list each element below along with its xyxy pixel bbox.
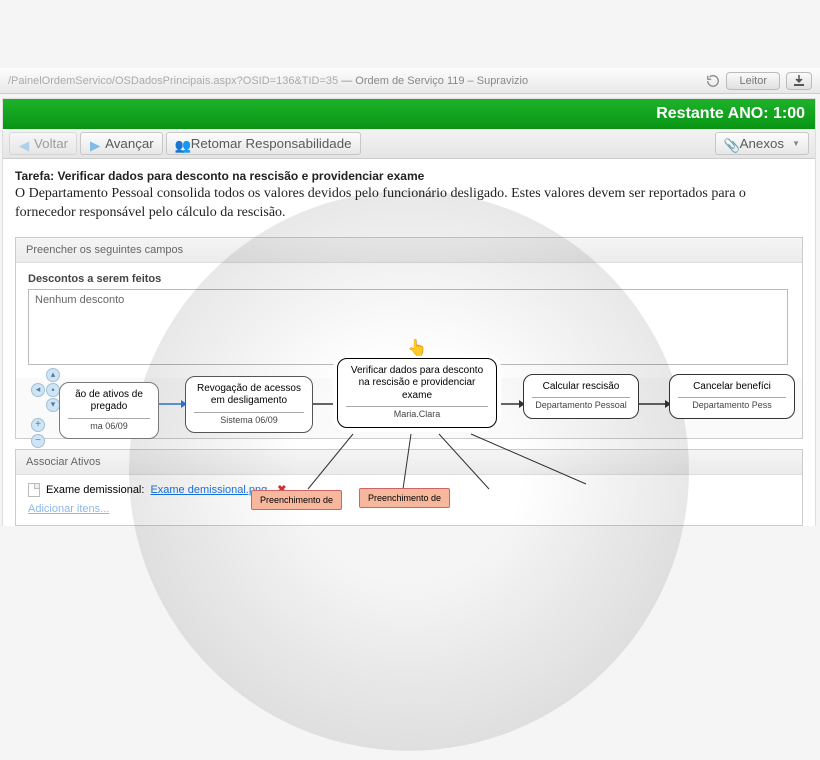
node-owner: Departamento Pessoal bbox=[532, 397, 630, 411]
app-window: Restante ANO: 1:00 ◀ Voltar ▶ Avançar 👥 … bbox=[2, 98, 816, 526]
task-prefix: Tarefa: bbox=[15, 169, 54, 183]
node-owner: Sistema 06/09 bbox=[194, 412, 304, 426]
node-owner: Maria.Clara bbox=[346, 406, 488, 420]
node-owner: Departamento Pess bbox=[678, 397, 786, 411]
zoom-in-button[interactable]: + bbox=[31, 418, 45, 432]
flow-subnode[interactable]: Preenchimento de bbox=[251, 490, 342, 510]
descontos-label: Descontos a serem feitos bbox=[28, 273, 790, 285]
url-path: /PainelOrdemServico/OSDadosPrincipais.as… bbox=[8, 75, 338, 87]
task-description: O Departamento Pessoal consolida todos o… bbox=[15, 185, 803, 223]
node-title: Cancelar benefíci bbox=[678, 381, 786, 394]
voltar-button[interactable]: ◀ Voltar bbox=[9, 132, 77, 155]
chevron-right-icon: ▶ bbox=[89, 138, 101, 150]
chevron-left-icon: ◀ bbox=[18, 138, 30, 150]
flow-arrow bbox=[497, 398, 525, 412]
person-icon: 👥 bbox=[175, 138, 187, 150]
flow-subnode[interactable]: Preenchimento de bbox=[359, 488, 450, 508]
flow-arrow bbox=[159, 398, 187, 412]
paperclip-icon: 📎 bbox=[724, 138, 736, 150]
pan-center-button[interactable]: • bbox=[46, 383, 60, 397]
retomar-label: Retomar Responsabilidade bbox=[191, 136, 352, 151]
anexos-button[interactable]: 📎 Anexos ▼ bbox=[715, 132, 809, 155]
flow-arrow-diag bbox=[471, 434, 591, 497]
avancar-label: Avançar bbox=[105, 136, 154, 151]
pan-up-button[interactable]: ▴ bbox=[46, 368, 60, 382]
zoom-controls: + − bbox=[31, 418, 45, 448]
pan-down-button[interactable]: ▾ bbox=[46, 398, 60, 412]
chevron-down-icon: ▼ bbox=[792, 139, 800, 148]
node-title: ão de ativos de pregado bbox=[68, 389, 150, 414]
flow-arrow bbox=[639, 398, 671, 412]
voltar-label: Voltar bbox=[34, 136, 68, 151]
flow-arrow bbox=[313, 398, 339, 412]
anexos-label: Anexos bbox=[740, 136, 784, 151]
fields-panel-header: Preencher os seguintes campos bbox=[16, 238, 802, 263]
node-owner: ma 06/09 bbox=[68, 418, 150, 432]
node-title: Revogação de acessos em desligamento bbox=[194, 383, 304, 408]
node-title: Verificar dados para desconto na rescisã… bbox=[346, 365, 488, 403]
reload-icon[interactable] bbox=[706, 74, 720, 88]
zoom-out-button[interactable]: − bbox=[31, 434, 45, 448]
url-display: /PainelOrdemServico/OSDadosPrincipais.as… bbox=[8, 75, 700, 87]
workflow-canvas[interactable]: ▴ ▾ ◂ ▸ • + − bbox=[3, 326, 815, 526]
flow-node-ativos[interactable]: ão de ativos de pregado ma 06/09 bbox=[59, 382, 159, 439]
action-toolbar: ◀ Voltar ▶ Avançar 👥 Retomar Responsabil… bbox=[3, 129, 815, 159]
task-title-line: Tarefa: Verificar dados para desconto na… bbox=[15, 169, 803, 183]
node-title: Calcular rescisão bbox=[532, 381, 630, 394]
pan-left-button[interactable]: ◂ bbox=[31, 383, 45, 397]
flow-node-revogacao[interactable]: Revogação de acessos em desligamento Sis… bbox=[185, 376, 313, 433]
browser-url-bar: /PainelOrdemServico/OSDadosPrincipais.as… bbox=[0, 68, 820, 94]
download-button[interactable] bbox=[786, 72, 812, 90]
avancar-button[interactable]: ▶ Avançar bbox=[80, 132, 163, 155]
remaining-banner: Restante ANO: 1:00 bbox=[3, 99, 815, 129]
pointer-hand-icon: 👆 bbox=[407, 339, 427, 359]
flow-node-calcular[interactable]: Calcular rescisão Departamento Pessoal bbox=[523, 374, 639, 419]
retomar-button[interactable]: 👥 Retomar Responsabilidade bbox=[166, 132, 361, 155]
flow-arrow-diag bbox=[303, 434, 363, 497]
leitor-button[interactable]: Leitor bbox=[726, 72, 780, 90]
url-title: — Ordem de Serviço 119 – Supravizio bbox=[338, 75, 528, 87]
flow-node-cancelar[interactable]: Cancelar benefíci Departamento Pess bbox=[669, 374, 795, 419]
task-title: Verificar dados para desconto na rescisã… bbox=[57, 169, 424, 183]
flow-node-current[interactable]: 👆 Verificar dados para desconto na resci… bbox=[337, 358, 497, 428]
